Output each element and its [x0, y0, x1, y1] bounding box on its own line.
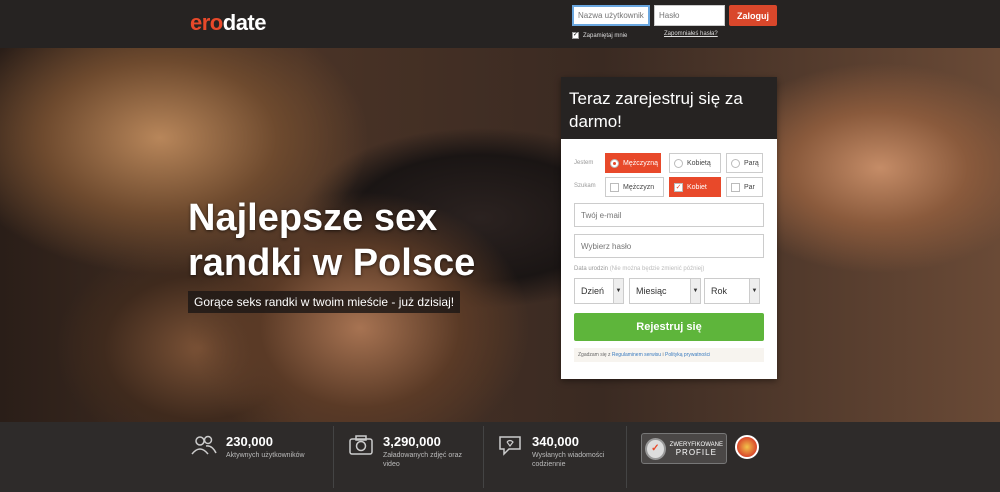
option-label: Kobiet — [687, 183, 707, 191]
remember-checkbox[interactable]: ✓ — [572, 32, 579, 39]
stat-value: 3,290,000 — [383, 434, 441, 449]
registration-panel: Teraz zarejestruj się za darmo! Jestem M… — [561, 77, 777, 379]
seeking-option-couples[interactable]: Par — [726, 177, 763, 197]
email-input[interactable] — [574, 203, 764, 227]
chevron-down-icon: ▼ — [613, 279, 623, 303]
register-button[interactable]: Rejestruj się — [574, 313, 764, 341]
logo-text-ero: ero — [190, 10, 223, 35]
seeking-label: Szukam — [574, 183, 596, 189]
stats-bar: 230,000 Aktywnych użytkowników 3,290,000… — [0, 422, 1000, 492]
stat-label: Aktywnych użytkowników — [226, 452, 305, 459]
divider — [626, 426, 627, 488]
badge-line2: PROFILE — [675, 447, 717, 457]
hero-subtitle: Gorące seks randki w twoim mieście - już… — [188, 291, 461, 313]
year-select-value: Rok — [711, 286, 728, 296]
option-label: Parą — [744, 159, 759, 167]
hero-title: Najlepsze sex randki w Polsce — [188, 197, 476, 284]
option-label: Mężczyzną — [623, 159, 659, 167]
iam-option-woman[interactable]: Kobietą — [669, 153, 721, 173]
stat-users: 230,000 Aktywnych użytkowników — [190, 434, 326, 460]
option-label: Par — [744, 183, 755, 191]
iam-option-couple[interactable]: Parą — [726, 153, 763, 173]
radio-icon — [674, 158, 683, 168]
dob-note: (Nie można będzie zmienić później) — [609, 266, 705, 272]
stat-label: Załadowanych zdjęć oraz video — [383, 452, 462, 468]
hero-image: Najlepsze sex randki w Polsce Gorące sek… — [0, 48, 1000, 422]
day-select-value: Dzień — [581, 286, 605, 296]
option-label: Mężczyzn — [623, 183, 655, 191]
radio-icon — [610, 158, 619, 168]
option-label: Kobietą — [687, 159, 711, 167]
chevron-down-icon: ▼ — [690, 279, 700, 303]
remember-label: Zapamiętaj mnie — [583, 32, 628, 39]
site-logo[interactable]: erodate — [190, 10, 267, 36]
top-bar: erodate Zaloguj ✓ Zapamiętaj mnie Zapomn… — [0, 0, 1000, 48]
stat-label: Wysłanych wiadomości codziennie — [532, 452, 605, 468]
username-input[interactable] — [572, 5, 650, 26]
chevron-down-icon: ▼ — [749, 279, 759, 303]
seeking-option-men[interactable]: Mężczyzn — [605, 177, 664, 197]
dob-label: Data urodzin (Nie można będzie zmienić p… — [574, 266, 704, 272]
verified-profiles-badge: ✓ ZWERYFIKOWANE PROFILE — [641, 433, 727, 464]
stat-messages: 340,000 Wysłanych wiadomości codziennie — [496, 434, 622, 469]
agree-and: i — [662, 352, 664, 358]
new-password-input[interactable] — [574, 234, 764, 258]
radio-icon — [731, 158, 740, 168]
terms-agreement: Zgadzam się z Regulaminem serwisu i Poli… — [574, 348, 764, 362]
checkmark-seal-icon: ✓ — [645, 437, 666, 460]
forgot-password-link[interactable]: Zapomniałeś hasła? — [664, 31, 718, 37]
badge-line1: ZWERYFIKOWANE — [669, 441, 723, 448]
divider — [333, 426, 334, 488]
privacy-link[interactable]: Polityką prywatności — [665, 352, 710, 358]
year-select[interactable]: Rok ▼ — [704, 278, 760, 304]
checkbox-icon — [731, 182, 740, 192]
checkbox-icon: ✓ — [674, 182, 683, 192]
stat-photos: 3,290,000 Załadowanych zdjęć oraz video — [347, 434, 465, 469]
day-select[interactable]: Dzień ▼ — [574, 278, 624, 304]
login-button[interactable]: Zaloguj — [729, 5, 777, 26]
iam-label: Jestem — [574, 160, 594, 166]
users-icon — [190, 434, 218, 458]
medal-icon — [735, 435, 759, 459]
checkbox-icon — [610, 182, 619, 192]
logo-text-date: date — [222, 10, 267, 35]
month-select[interactable]: Miesiąc ▼ — [629, 278, 701, 304]
stat-value: 230,000 — [226, 434, 273, 449]
iam-option-man[interactable]: Mężczyzną — [605, 153, 661, 173]
divider — [483, 426, 484, 488]
stat-value: 340,000 — [532, 434, 579, 449]
chat-icon — [496, 434, 524, 458]
month-select-value: Miesiąc — [636, 286, 667, 296]
dob-label-text: Data urodzin — [574, 266, 609, 272]
terms-link[interactable]: Regulaminem serwisu — [612, 352, 661, 358]
agree-prefix: Zgadzam się z — [578, 352, 611, 358]
badge-text: ZWERYFIKOWANE PROFILE — [670, 441, 723, 457]
remember-me[interactable]: ✓ Zapamiętaj mnie — [572, 32, 627, 39]
password-input[interactable] — [654, 5, 725, 26]
seeking-option-women[interactable]: ✓ Kobiet — [669, 177, 721, 197]
camera-icon — [347, 434, 375, 458]
registration-heading: Teraz zarejestruj się za darmo! — [561, 77, 777, 139]
